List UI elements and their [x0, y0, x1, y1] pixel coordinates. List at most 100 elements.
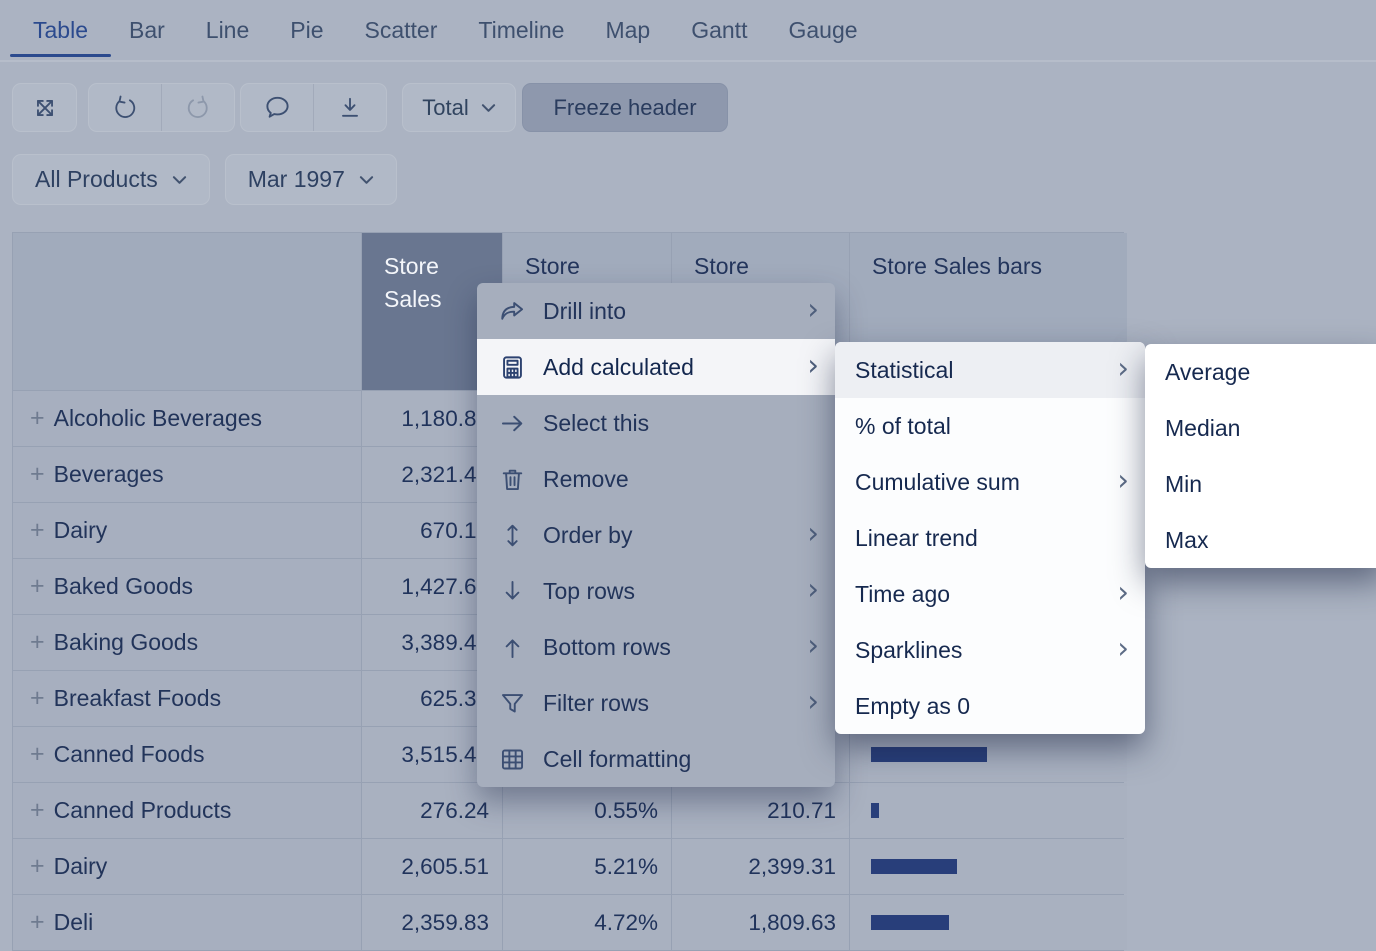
download-button[interactable]: [313, 84, 386, 131]
period-filter-dropdown[interactable]: Mar 1997: [225, 154, 397, 205]
expand-plus-icon[interactable]: +: [30, 684, 45, 713]
cell-store2[interactable]: 1,809.63: [672, 895, 849, 950]
submenu-chevron-icon: ›: [807, 631, 819, 660]
submenu-chevron-icon: ›: [1117, 354, 1129, 383]
arrow-up-icon: [499, 634, 526, 661]
expand-plus-icon[interactable]: +: [30, 796, 45, 825]
cell-store2[interactable]: 2,399.31: [672, 839, 849, 894]
sales-bar: [871, 915, 949, 930]
tab-gantt[interactable]: Gantt: [691, 17, 747, 44]
undo-redo-group: [88, 83, 235, 132]
expand-plus-icon[interactable]: +: [30, 852, 45, 881]
calculator-icon: [499, 354, 526, 381]
menu-item-filter-rows[interactable]: Filter rows ›: [477, 675, 835, 731]
expand-plus-icon[interactable]: +: [30, 404, 45, 433]
chevron-down-icon: [481, 103, 496, 113]
submenu-item-pct-of-total[interactable]: % of total: [835, 398, 1145, 454]
row-label[interactable]: +Canned Foods: [13, 727, 361, 782]
tab-map[interactable]: Map: [605, 17, 650, 44]
submenu-chevron-icon: ›: [807, 687, 819, 716]
comment-button[interactable]: [241, 84, 313, 131]
cell-bar[interactable]: [850, 783, 1127, 838]
product-filter-dropdown[interactable]: All Products: [12, 154, 210, 205]
freeze-header-label: Freeze header: [553, 95, 696, 121]
row-label[interactable]: +Dairy: [13, 503, 361, 558]
expand-button[interactable]: [12, 83, 77, 132]
submenu-chevron-icon: ›: [807, 295, 819, 324]
expand-plus-icon[interactable]: +: [30, 460, 45, 489]
undo-button[interactable]: [89, 84, 161, 131]
menu-item-cell-formatting[interactable]: Cell formatting: [477, 731, 835, 787]
submenu-chevron-icon: ›: [1117, 578, 1129, 607]
cell-store2[interactable]: 210.71: [672, 783, 849, 838]
sales-bar: [871, 859, 957, 874]
tab-table[interactable]: Table: [33, 17, 88, 44]
tab-pie[interactable]: Pie: [290, 17, 323, 44]
cell-bar[interactable]: [850, 895, 1127, 950]
submenu-chevron-icon: ›: [1117, 466, 1129, 495]
row-label[interactable]: +Canned Products: [13, 783, 361, 838]
expand-plus-icon[interactable]: +: [30, 740, 45, 769]
context-menu: Drill into › Add calculated › Select thi…: [477, 283, 835, 787]
menu-item-add-calculated[interactable]: Add calculated ›: [477, 339, 835, 395]
row-label[interactable]: +Dairy: [13, 839, 361, 894]
tab-timeline[interactable]: Timeline: [478, 17, 564, 44]
expand-icon: [32, 95, 58, 121]
cell-store-sales[interactable]: 2,359.83: [362, 895, 502, 950]
cell-bar[interactable]: [850, 727, 1127, 782]
expand-plus-icon[interactable]: +: [30, 628, 45, 657]
submenu-item-sparklines[interactable]: Sparklines ›: [835, 622, 1145, 678]
statistical-submenu: Average Median Min Max: [1145, 344, 1376, 568]
row-label[interactable]: +Baking Goods: [13, 615, 361, 670]
cell-bar[interactable]: [850, 839, 1127, 894]
header-cell-empty[interactable]: [13, 233, 361, 390]
submenu-item-min[interactable]: Min: [1145, 456, 1376, 512]
product-filter-label: All Products: [35, 166, 158, 193]
expand-plus-icon[interactable]: +: [30, 516, 45, 545]
row-label[interactable]: +Breakfast Foods: [13, 671, 361, 726]
submenu-item-median[interactable]: Median: [1145, 400, 1376, 456]
add-calculated-submenu: Statistical › % of total Cumulative sum …: [835, 342, 1145, 734]
menu-item-remove[interactable]: Remove: [477, 451, 835, 507]
total-dropdown[interactable]: Total: [402, 83, 516, 132]
tab-gauge[interactable]: Gauge: [788, 17, 857, 44]
cell-store-pct[interactable]: 5.21%: [503, 839, 671, 894]
menu-item-bottom-rows[interactable]: Bottom rows ›: [477, 619, 835, 675]
redo-button[interactable]: [161, 84, 234, 131]
submenu-item-time-ago[interactable]: Time ago ›: [835, 566, 1145, 622]
drill-into-icon: [499, 298, 526, 325]
menu-item-drill-into[interactable]: Drill into ›: [477, 283, 835, 339]
sales-bar: [871, 803, 879, 818]
comment-download-group: [240, 83, 387, 132]
submenu-item-empty-as-0[interactable]: Empty as 0: [835, 678, 1145, 734]
tab-line[interactable]: Line: [206, 17, 249, 44]
cell-store-pct[interactable]: 0.55%: [503, 783, 671, 838]
tab-bar[interactable]: Bar: [129, 17, 165, 44]
redo-icon: [185, 95, 211, 121]
row-label[interactable]: +Alcoholic Beverages: [13, 391, 361, 446]
submenu-item-statistical[interactable]: Statistical ›: [835, 342, 1145, 398]
submenu-item-max[interactable]: Max: [1145, 512, 1376, 568]
submenu-item-cumulative-sum[interactable]: Cumulative sum ›: [835, 454, 1145, 510]
expand-plus-icon[interactable]: +: [30, 572, 45, 601]
freeze-header-button[interactable]: Freeze header: [522, 83, 728, 132]
row-label[interactable]: +Baked Goods: [13, 559, 361, 614]
tab-scatter[interactable]: Scatter: [365, 17, 438, 44]
grid-icon: [499, 746, 526, 773]
menu-item-top-rows[interactable]: Top rows ›: [477, 563, 835, 619]
sort-updown-icon: [499, 522, 526, 549]
cell-store-pct[interactable]: 4.72%: [503, 895, 671, 950]
row-label[interactable]: +Deli: [13, 895, 361, 950]
chart-type-tabbar: Table Bar Line Pie Scatter Timeline Map …: [0, 0, 1376, 62]
submenu-chevron-icon: ›: [807, 575, 819, 604]
cell-store-sales[interactable]: 276.24: [362, 783, 502, 838]
cell-store-sales[interactable]: 2,605.51: [362, 839, 502, 894]
comment-icon: [264, 94, 291, 121]
sales-bar: [871, 747, 987, 762]
menu-item-select-this[interactable]: Select this: [477, 395, 835, 451]
expand-plus-icon[interactable]: +: [30, 908, 45, 937]
submenu-item-average[interactable]: Average: [1145, 344, 1376, 400]
row-label[interactable]: +Beverages: [13, 447, 361, 502]
menu-item-order-by[interactable]: Order by ›: [477, 507, 835, 563]
submenu-item-linear-trend[interactable]: Linear trend: [835, 510, 1145, 566]
